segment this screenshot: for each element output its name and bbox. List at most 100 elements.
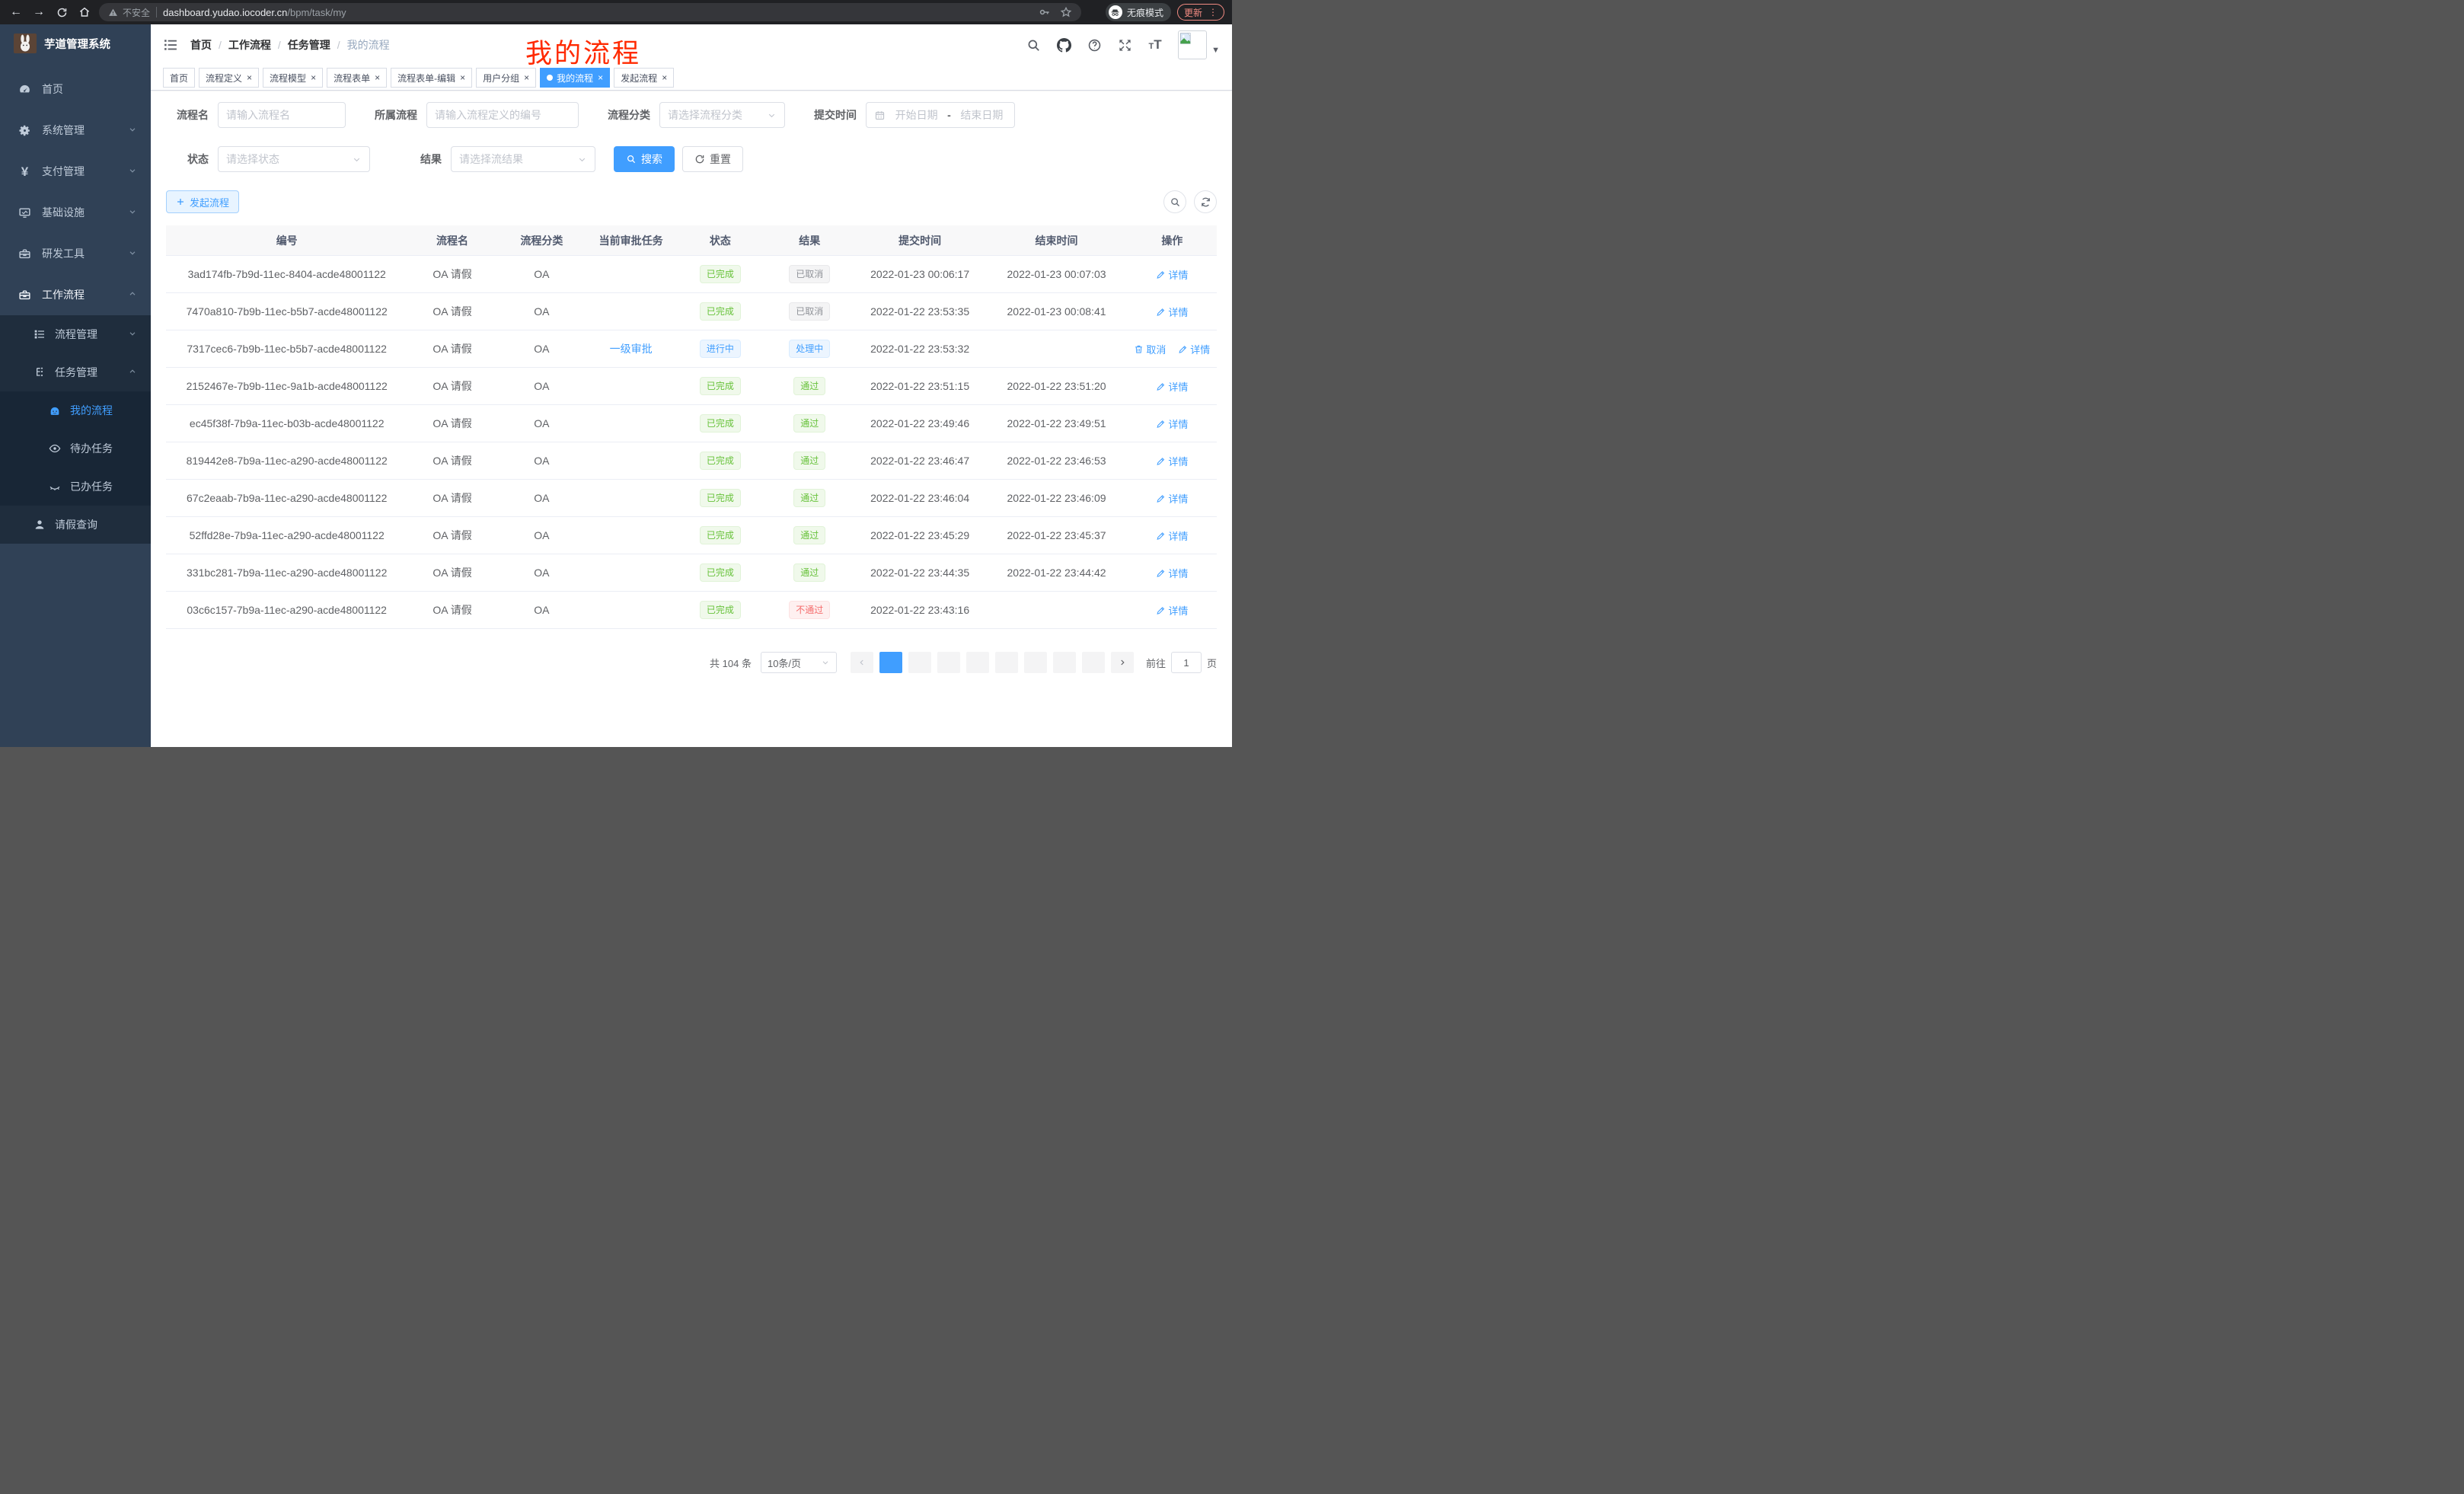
- close-icon[interactable]: ×: [524, 72, 529, 83]
- page-button[interactable]: [1024, 652, 1047, 673]
- address-bar[interactable]: 不安全 dashboard.yudao.iocoder.cn/bpm/task/…: [99, 3, 1081, 21]
- result-select[interactable]: 请选择流结果: [451, 146, 595, 172]
- close-icon[interactable]: ×: [311, 72, 316, 83]
- sidebar-item-workflow[interactable]: 工作流程: [0, 274, 151, 315]
- detail-action[interactable]: 详情: [1156, 267, 1188, 282]
- menu-dots-icon[interactable]: ⋮: [1208, 8, 1218, 16]
- breadcrumb-task-mgmt[interactable]: 任务管理: [288, 37, 330, 53]
- sidebar-item-process-mgmt[interactable]: 流程管理: [0, 315, 151, 353]
- page-size-select[interactable]: 10条/页: [761, 652, 837, 673]
- sidebar-item-devtools[interactable]: 研发工具: [0, 233, 151, 274]
- category-label: 流程分类: [597, 107, 650, 123]
- help-button[interactable]: [1085, 36, 1103, 54]
- process-name-input[interactable]: [226, 109, 337, 121]
- browser-home-button[interactable]: [76, 4, 93, 21]
- reset-button[interactable]: 重置: [682, 146, 743, 172]
- detail-action[interactable]: 详情: [1156, 305, 1188, 319]
- star-icon[interactable]: [1060, 6, 1072, 18]
- category-select[interactable]: 请选择流程分类: [659, 102, 785, 128]
- monitor-icon: [18, 206, 31, 219]
- sidebar-item-home[interactable]: 首页: [0, 69, 151, 110]
- search-button[interactable]: 搜索: [614, 146, 675, 172]
- key-icon[interactable]: [1039, 6, 1051, 18]
- process-name-field[interactable]: [218, 102, 346, 128]
- sidebar-menu: 首页 系统管理 ¥ 支付管理 基础设施: [0, 62, 151, 544]
- result-badge: 已取消: [789, 302, 830, 321]
- breadcrumb-home[interactable]: 首页: [190, 37, 212, 53]
- tab[interactable]: 我的流程 ×: [540, 68, 610, 88]
- gear-icon: [18, 124, 31, 137]
- browser-back-button[interactable]: ←: [8, 4, 24, 21]
- close-icon[interactable]: ×: [460, 72, 465, 83]
- sidebar-item-todo-tasks[interactable]: 待办任务: [0, 429, 151, 468]
- close-icon[interactable]: ×: [662, 72, 667, 83]
- header-search-button[interactable]: [1024, 36, 1042, 54]
- fullscreen-button[interactable]: [1116, 36, 1134, 54]
- detail-action[interactable]: 详情: [1156, 603, 1188, 618]
- detail-action[interactable]: 详情: [1156, 566, 1188, 580]
- close-icon[interactable]: ×: [375, 72, 380, 83]
- sidebar-item-payment[interactable]: ¥ 支付管理: [0, 151, 151, 192]
- prev-page-button[interactable]: [851, 652, 873, 673]
- app-logo-row[interactable]: 芋道管理系统: [0, 24, 151, 62]
- status-select[interactable]: 请选择状态: [218, 146, 370, 172]
- refresh-table-button[interactable]: [1194, 190, 1217, 213]
- cell-submit-time: 2022-01-22 23:49:46: [854, 417, 986, 429]
- detail-action[interactable]: 详情: [1156, 454, 1188, 468]
- page-button[interactable]: [966, 652, 989, 673]
- browser-forward-button[interactable]: →: [30, 4, 47, 21]
- page-button[interactable]: [1053, 652, 1076, 673]
- close-icon[interactable]: ×: [247, 72, 252, 83]
- goto-page-input[interactable]: [1171, 652, 1202, 673]
- show-search-toggle[interactable]: [1163, 190, 1186, 213]
- sidebar-item-system[interactable]: 系统管理: [0, 110, 151, 151]
- close-icon[interactable]: ×: [598, 72, 603, 83]
- tab[interactable]: 流程模型 ×: [263, 68, 323, 88]
- eye-closed-icon: [49, 480, 61, 493]
- cell-process-name: OA 请假: [407, 341, 496, 356]
- cancel-action[interactable]: 取消: [1134, 342, 1166, 356]
- sidebar-item-infra[interactable]: 基础设施: [0, 192, 151, 233]
- page-button[interactable]: [995, 652, 1018, 673]
- github-button[interactable]: [1055, 36, 1073, 54]
- sidebar-item-label: 首页: [42, 81, 63, 97]
- avatar-caret-icon[interactable]: ▼: [1211, 46, 1220, 55]
- cell-id: ec45f38f-7b9a-11ec-b03b-acde48001122: [166, 417, 407, 429]
- detail-action[interactable]: 详情: [1156, 379, 1188, 394]
- tab[interactable]: 首页 ×: [163, 68, 195, 88]
- status-badge: 已完成: [700, 414, 741, 433]
- avatar[interactable]: [1178, 30, 1207, 59]
- github-icon: [1057, 38, 1071, 53]
- sidebar-item-my-process[interactable]: 我的流程: [0, 391, 151, 429]
- browser-update-button[interactable]: 更新 ⋮: [1177, 4, 1224, 21]
- tab[interactable]: 流程表单 ×: [327, 68, 387, 88]
- current-task-link[interactable]: 一级审批: [610, 343, 653, 355]
- browser-reload-button[interactable]: [53, 4, 70, 21]
- sidebar-item-task-mgmt[interactable]: 任务管理: [0, 353, 151, 391]
- create-process-button[interactable]: 发起流程: [166, 190, 239, 213]
- breadcrumb-workflow[interactable]: 工作流程: [228, 37, 271, 53]
- page-button[interactable]: [908, 652, 931, 673]
- sidebar-collapse-button[interactable]: [163, 37, 180, 53]
- sidebar-item-leave-query[interactable]: 请假查询: [0, 506, 151, 544]
- detail-action[interactable]: 详情: [1156, 491, 1188, 506]
- font-size-button[interactable]: TT: [1146, 36, 1164, 54]
- page-button[interactable]: [1082, 652, 1105, 673]
- process-def-field[interactable]: [426, 102, 579, 128]
- cell-status: 已完成: [675, 601, 764, 619]
- page-button[interactable]: [879, 652, 902, 673]
- process-def-input[interactable]: [435, 109, 570, 121]
- detail-action[interactable]: 详情: [1156, 528, 1188, 543]
- cell-process-name: OA 请假: [407, 378, 496, 394]
- next-page-button[interactable]: [1111, 652, 1134, 673]
- tab[interactable]: 用户分组 ×: [476, 68, 536, 88]
- page-button[interactable]: [937, 652, 960, 673]
- table-row: 7317cec6-7b9b-11ec-b5b7-acde48001122 OA …: [166, 330, 1217, 368]
- tab[interactable]: 流程表单-编辑 ×: [391, 68, 472, 88]
- detail-action[interactable]: 详情: [1178, 342, 1210, 356]
- tab[interactable]: 发起流程 ×: [614, 68, 674, 88]
- detail-action[interactable]: 详情: [1156, 417, 1188, 431]
- submit-time-range[interactable]: 开始日期 - 结束日期: [866, 102, 1015, 128]
- sidebar-item-done-tasks[interactable]: 已办任务: [0, 468, 151, 506]
- tab[interactable]: 流程定义 ×: [199, 68, 259, 88]
